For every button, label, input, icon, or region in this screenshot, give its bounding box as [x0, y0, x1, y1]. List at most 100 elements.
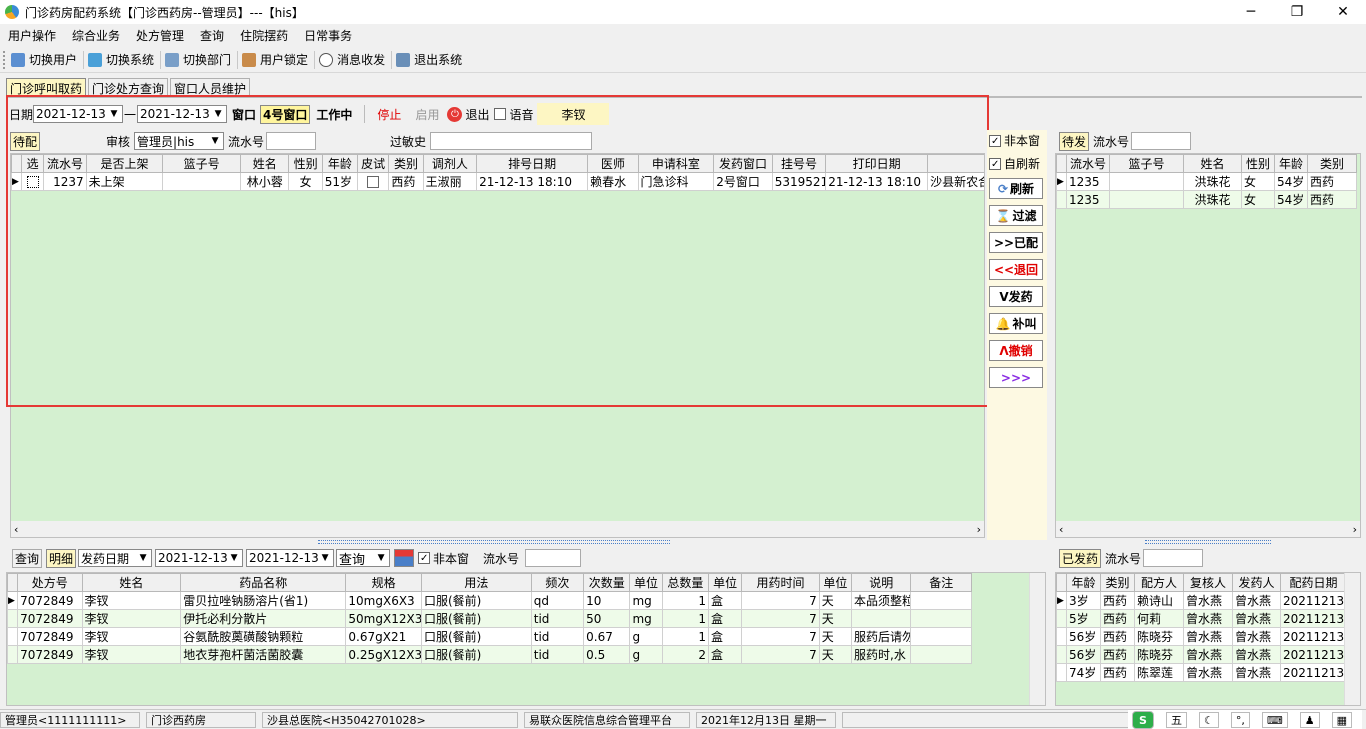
- menu-daily[interactable]: 日常事务: [296, 27, 360, 44]
- table-row[interactable]: 7072849 李钗 谷氨酰胺薁磺酸钠颗粒 0.67gX21 口服(餐前) tid 0.67…: [7, 627, 972, 646]
- menu-inpatient[interactable]: 住院摆药: [232, 27, 296, 44]
- lock-user-button[interactable]: 用户锁定: [238, 50, 316, 69]
- chevron-right-icon[interactable]: ›: [1353, 523, 1357, 536]
- col-dispenser[interactable]: 发药人: [1232, 573, 1281, 592]
- col-total[interactable]: 总数量: [661, 573, 710, 592]
- switch-system-button[interactable]: 切换系统: [84, 50, 162, 69]
- table-row[interactable]: ▶ 1235 洪珠花 女 54岁 西药: [1056, 172, 1357, 191]
- col-dose-unit[interactable]: 单位: [629, 573, 663, 592]
- return-button[interactable]: <<退回: [989, 259, 1043, 280]
- chevron-left-icon[interactable]: ‹: [14, 523, 18, 536]
- mark-dispensed-button[interactable]: >>已配: [989, 232, 1043, 253]
- refresh-button[interactable]: ⟳ 刷新: [989, 178, 1043, 199]
- col-usage[interactable]: 用法: [420, 573, 532, 592]
- message-button[interactable]: 消息收发: [315, 50, 393, 69]
- table-row[interactable]: ▶ 3岁 西药 赖诗山 曾水燕 曾水燕 20211213: [1056, 591, 1347, 610]
- cell: 0.67: [583, 627, 631, 646]
- col-total-unit[interactable]: 单位: [707, 573, 743, 592]
- detail-serial-input[interactable]: [525, 549, 582, 567]
- col-category[interactable]: 类别: [1307, 154, 1357, 173]
- auto-refresh-checkbox[interactable]: [989, 157, 1001, 170]
- col-category[interactable]: 类别: [1100, 573, 1135, 592]
- col-basket[interactable]: 篮子号: [1109, 154, 1184, 173]
- dispense-button[interactable]: V发药: [989, 286, 1043, 307]
- recall-button[interactable]: 🔔 补叫: [989, 313, 1043, 334]
- dispensed-serial-input[interactable]: [1143, 549, 1204, 567]
- tab-call-dispense[interactable]: 门诊呼叫取药: [6, 78, 87, 96]
- close-icon[interactable]: ✕: [1320, 0, 1366, 24]
- table-row[interactable]: 7072849 李钗 伊托必利分散片 50mgX12X3 口服(餐前) tid 50 mg 1 盒…: [7, 609, 972, 628]
- cell: 曾水燕: [1183, 591, 1233, 610]
- tab-waiting[interactable]: 待发: [1059, 131, 1090, 151]
- menu-user-ops[interactable]: 用户操作: [0, 27, 64, 44]
- cell: 天: [818, 591, 853, 610]
- col-age[interactable]: 年龄: [1066, 573, 1101, 592]
- col-serial[interactable]: 流水号: [1066, 154, 1110, 173]
- more-button[interactable]: >>>: [989, 367, 1043, 388]
- dispensed-vscroll[interactable]: [1344, 573, 1360, 705]
- print-icon[interactable]: [394, 549, 415, 567]
- detail-vscroll[interactable]: [1029, 573, 1045, 705]
- col-name[interactable]: 姓名: [1183, 154, 1242, 173]
- maximize-icon[interactable]: ❐: [1274, 0, 1320, 24]
- menu-business[interactable]: 综合业务: [64, 27, 128, 44]
- col-duration[interactable]: 用药时间: [741, 573, 820, 592]
- menu-query[interactable]: 查询: [192, 27, 232, 44]
- table-row[interactable]: 5岁 西药 何莉 曾水燕 曾水燕 20211213: [1056, 609, 1347, 628]
- col-name[interactable]: 姓名: [81, 573, 182, 592]
- revoke-button[interactable]: Λ撤销: [989, 340, 1043, 361]
- detail-date-from[interactable]: 2021-12-13 ▼: [155, 549, 244, 567]
- col-rx-no[interactable]: 处方号: [17, 573, 83, 592]
- cell: 盒: [707, 609, 743, 628]
- table-row[interactable]: 7072849 李钗 地衣芽孢杆菌活菌胶囊 0.25gX12X3 口服(餐前) tid 0.…: [7, 645, 972, 664]
- col-preparer[interactable]: 配方人: [1134, 573, 1184, 592]
- tab-query[interactable]: 查询: [12, 548, 43, 568]
- minimize-icon[interactable]: ─: [1228, 0, 1274, 24]
- col-age[interactable]: 年龄: [1274, 154, 1308, 173]
- col-spec[interactable]: 规格: [345, 573, 422, 592]
- app-logo-icon: [5, 5, 19, 19]
- col-dose[interactable]: 次数量: [583, 573, 631, 592]
- table-row[interactable]: ▶ 7072849 李钗 雷贝拉唑钠肠溶片(省1) 10mgX6X3 口服(餐前) qd 10…: [7, 591, 972, 610]
- filter-button[interactable]: ⌛ 过滤: [989, 205, 1043, 226]
- tab-dispensed[interactable]: 已发药: [1059, 548, 1102, 568]
- date-type-select[interactable]: 发药日期 ▼: [78, 549, 153, 567]
- col-remark[interactable]: 备注: [910, 573, 972, 592]
- ime-bar[interactable]: S 五 ☾ °, ⌨ ♟ ▦: [1127, 710, 1362, 729]
- col-gender[interactable]: 性别: [1241, 154, 1275, 173]
- row-pointer-icon: [7, 609, 19, 628]
- col-note[interactable]: 说明: [851, 573, 912, 592]
- col-drug[interactable]: 药品名称: [180, 573, 347, 592]
- cell: 曾水燕: [1183, 609, 1233, 628]
- waiting-hscroll[interactable]: ‹ ›: [1056, 521, 1360, 537]
- table-row[interactable]: 74岁 西药 陈翠莲 曾水燕 曾水燕 20211213: [1056, 663, 1347, 682]
- menu-prescription[interactable]: 处方管理: [128, 27, 192, 44]
- col-checker[interactable]: 复核人: [1183, 573, 1233, 592]
- switch-dept-button[interactable]: 切换部门: [161, 50, 239, 69]
- cell: 56岁: [1066, 627, 1101, 646]
- switch-user-button[interactable]: 切换用户: [7, 50, 85, 69]
- tab-prescription-query[interactable]: 门诊处方查询: [88, 78, 169, 96]
- col-dispense-date[interactable]: 配药日期: [1280, 573, 1347, 592]
- chevron-down-icon: ▼: [230, 553, 238, 563]
- table-row[interactable]: 1235 洪珠花 女 54岁 西药: [1056, 190, 1357, 209]
- query-button[interactable]: 查询 ▼: [336, 549, 391, 568]
- exit-system-button[interactable]: 退出系统: [392, 51, 468, 69]
- table-row[interactable]: 56岁 西药 陈晓芬 曾水燕 曾水燕 20211213: [1056, 645, 1347, 664]
- table-row[interactable]: 56岁 西药 陈晓芬 曾水燕 曾水燕 20211213: [1056, 627, 1347, 646]
- col-freq[interactable]: 频次: [530, 573, 585, 592]
- waiting-serial-input[interactable]: [1131, 132, 1192, 150]
- chevron-right-icon[interactable]: ›: [977, 523, 981, 536]
- tab-window-staff[interactable]: 窗口人员维护: [170, 78, 251, 96]
- tab-detail[interactable]: 明细: [46, 548, 77, 568]
- splitter-handle-right[interactable]: [1145, 540, 1271, 544]
- pending-hscroll[interactable]: ‹ ›: [11, 521, 984, 537]
- chevron-left-icon[interactable]: ‹: [1059, 523, 1063, 536]
- detail-not-window-checkbox[interactable]: [418, 552, 431, 564]
- detail-date-to[interactable]: 2021-12-13 ▼: [246, 549, 335, 567]
- col-duration-unit[interactable]: 单位: [818, 573, 853, 592]
- status-date: 2021年12月13日 星期一: [696, 711, 836, 728]
- splitter-handle[interactable]: [318, 540, 670, 544]
- not-window-checkbox[interactable]: [989, 134, 1001, 147]
- row-pointer-icon: ▶: [7, 591, 19, 610]
